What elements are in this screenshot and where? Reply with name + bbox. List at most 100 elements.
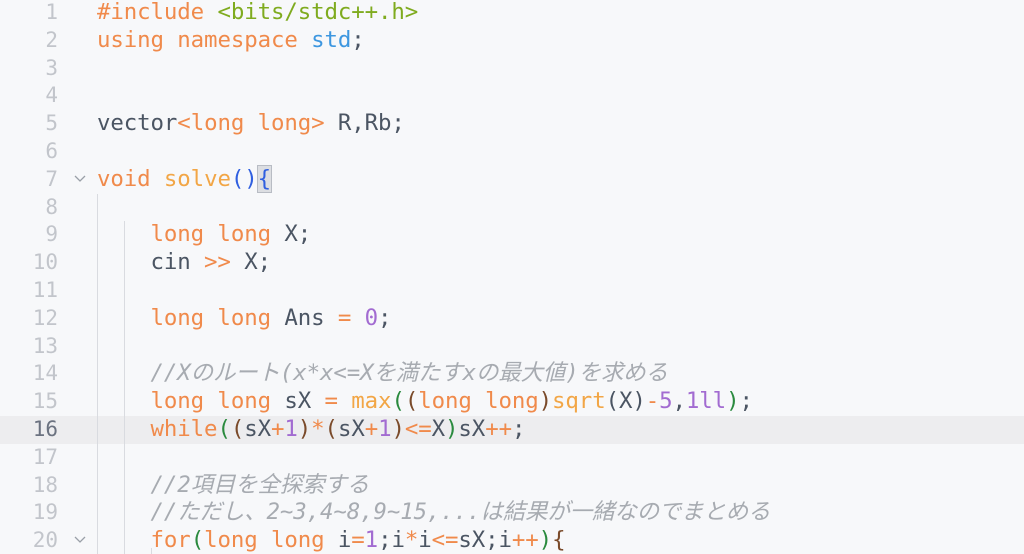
code-token: 1 [284,416,298,442]
code-token: sX [458,416,486,442]
code-line[interactable]: 11 [0,277,1024,305]
code-token: 1 [364,527,379,554]
chevron-down-icon[interactable] [71,527,89,554]
line-number: 13 [32,333,58,358]
code-line[interactable]: 2 using namespace std; [0,27,1024,55]
code-token: ) [726,388,740,415]
code-token: i [418,527,432,554]
code-text: long long Ans = 0; [97,304,392,333]
code-token: 0 [364,304,379,331]
code-token: void [97,165,151,192]
code-token: * [311,416,325,442]
code-token: solve [163,165,231,192]
code-line[interactable]: 12 long long Ans = 0; [0,305,1024,333]
line-number: 15 [32,389,58,414]
code-text: using namespace std; [97,27,365,55]
code-text: vector<long long> R,Rb; [97,110,405,138]
code-line[interactable]: 13 [0,333,1024,361]
line-number: 9 [45,222,58,247]
code-token: sX;i [458,527,512,554]
code-line[interactable]: 8 [0,194,1024,222]
code-token: + [364,416,379,442]
code-token: < [177,110,191,137]
code-editor[interactable]: 1 #include <bits/stdc++.h> 2 using namespac… [0,0,1024,554]
code-line[interactable]: 15 long long sX = max((long long)sqrt(X)… [0,388,1024,416]
code-token: ( [324,416,338,442]
code-line[interactable]: 10 cin >> X; [0,249,1024,277]
line-number: 16 [32,417,58,441]
code-token: namespace [177,26,298,53]
code-token: ; [378,304,392,331]
code-token: () [230,165,258,192]
line-number: 18 [32,472,58,497]
code-line[interactable]: 5 vector<long long> R,Rb; [0,110,1024,138]
code-token: R,Rb; [324,110,405,137]
code-token: , [672,388,686,415]
chevron-down-icon[interactable] [71,166,89,194]
line-number: 10 [32,250,58,275]
code-token: sX [270,388,325,415]
line-number: 20 [32,528,58,553]
line-number: 12 [32,305,58,330]
code-token: ++ [511,527,539,554]
line-number: 14 [32,361,58,386]
code-token: ; [511,416,526,442]
code-token: long long [150,304,272,331]
code-token: long long [150,388,272,415]
code-line[interactable]: 16 while((sX+1)*(sX+1)<=X)sX++; [0,416,1024,444]
code-text: //Xのルート(x*x<=Xを満たすxの最大値)を求める [97,360,668,388]
line-number: 6 [45,139,58,163]
code-token: 1 [378,416,392,442]
code-token: //ただし、2~3,4~8,9~15,...は結果が一緒なのでまとめる [150,499,771,526]
code-line[interactable]: 14 //Xのルート(x*x<=Xを満たすxの最大値)を求める [0,360,1024,388]
code-token: >> [204,249,231,276]
line-number: 4 [45,83,58,108]
code-token: sX [244,416,271,442]
code-token: X [431,416,446,442]
code-token: { [256,164,273,193]
code-line[interactable]: 1 #include <bits/stdc++.h> [0,0,1024,27]
code-token: //Xのルート(x*x<=Xを満たすxの最大値)を求める [150,360,668,387]
code-token: X; [270,221,312,248]
line-number: 5 [45,111,58,136]
code-token: long long [418,388,539,415]
code-token: + [270,416,285,442]
code-token: ( [217,416,231,442]
code-line[interactable]: 6 [0,138,1024,166]
code-text: while((sX+1)*(sX+1)<=X)sX++; [97,416,526,444]
code-line[interactable]: 17 [0,444,1024,472]
code-token: > [311,110,325,137]
code-line[interactable]: 7 void solve(){ [0,164,1024,194]
code-token: 1ll [685,388,727,415]
code-line[interactable]: 18 //2項目を全探索する [0,472,1024,500]
code-token: ; [351,26,365,53]
code-token: sX [337,416,365,442]
line-number: 19 [32,500,58,525]
code-token: for [150,527,191,554]
code-token: long long [150,221,272,248]
code-token: ;i [378,527,405,554]
code-text: #include <bits/stdc++.h> [97,0,418,27]
code-token: = [337,304,352,331]
code-token: <bits/stdc++.h> [217,0,419,25]
line-number: 7 [45,166,58,191]
code-token: <= [404,416,432,442]
code-line[interactable]: 3 [0,55,1024,83]
code-line[interactable]: 20 for(long long i=1;i*i<=sX;i++){ [0,527,1024,554]
code-token: ) [445,416,459,442]
code-token: Ans [270,304,338,331]
code-line[interactable]: 9 long long X; [0,221,1024,249]
code-token: ( [391,388,405,415]
code-token: max [351,388,392,415]
code-line[interactable]: 4 [0,82,1024,110]
code-text: //2項目を全探索する [97,472,370,500]
code-line[interactable]: 19 //ただし、2~3,4~8,9~15,...は結果が一緒なのでまとめる [0,499,1024,527]
code-token: = [324,388,338,415]
line-number: 2 [45,27,58,52]
code-token: ) [538,388,553,415]
code-text: for(long long i=1;i*i<=sX;i++){ [97,527,566,554]
code-token: sqrt [552,388,606,415]
code-token: ++ [485,416,512,442]
